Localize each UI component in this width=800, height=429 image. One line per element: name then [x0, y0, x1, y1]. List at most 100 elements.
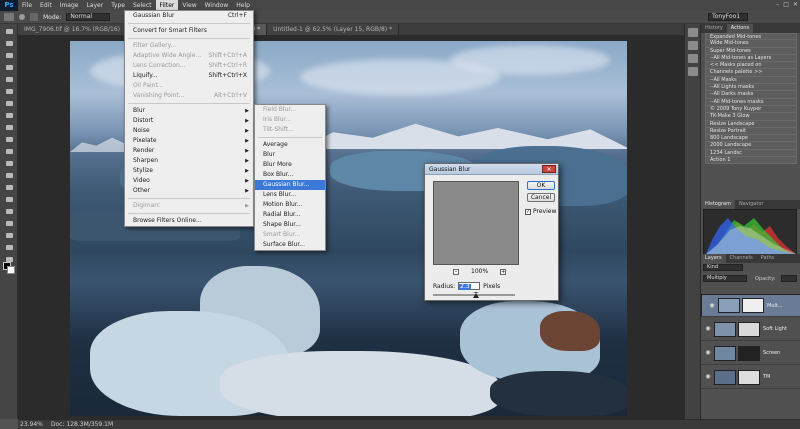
- layer-filter-select[interactable]: Kind: [703, 264, 743, 271]
- healing-brush-tool-icon[interactable]: [3, 99, 15, 108]
- canvas-area[interactable]: [18, 35, 684, 419]
- layer-row[interactable]: ◉ Mult...: [701, 294, 800, 317]
- radius-slider[interactable]: [433, 292, 515, 298]
- brush-preset-icon[interactable]: [4, 13, 14, 21]
- layer-row[interactable]: ◉ Screen: [701, 342, 800, 365]
- menu-item-motion-blur[interactable]: Motion Blur...: [255, 200, 325, 210]
- close-icon[interactable]: ✕: [793, 1, 798, 8]
- filter-preview[interactable]: [433, 181, 519, 265]
- tab-history[interactable]: History: [701, 24, 727, 33]
- layer-name[interactable]: Mult...: [767, 303, 783, 309]
- mode-select[interactable]: Normal: [66, 13, 111, 21]
- tab-paths[interactable]: Paths: [757, 254, 779, 263]
- action-button[interactable]: 800 Landscape: [705, 135, 797, 143]
- menu-item-blur-more[interactable]: Blur More: [255, 160, 325, 170]
- clone-stamp-tool-icon[interactable]: [3, 123, 15, 132]
- action-button[interactable]: Action 1: [705, 157, 797, 165]
- crop-tool-icon[interactable]: [3, 75, 15, 84]
- brush-tool-icon[interactable]: [3, 111, 15, 120]
- swatches-panel-icon[interactable]: [688, 67, 698, 76]
- action-button[interactable]: --All Darks masks: [705, 91, 797, 99]
- action-button[interactable]: --All Mid-tones masks: [705, 98, 797, 106]
- menu-edit[interactable]: Edit: [36, 0, 56, 11]
- brush-panel-icon[interactable]: [688, 54, 698, 63]
- action-button[interactable]: Resize Landscape: [705, 120, 797, 128]
- menu-item-noise[interactable]: Noise ▶: [125, 126, 253, 136]
- zoom-in-icon[interactable]: +: [500, 268, 507, 275]
- layer-name[interactable]: Screen: [763, 350, 780, 356]
- blend-mode-select[interactable]: Multiply: [703, 275, 747, 282]
- opacity-field[interactable]: [781, 275, 797, 282]
- layer-name[interactable]: Soft Light: [763, 326, 787, 332]
- shape-tool-icon[interactable]: [3, 231, 15, 240]
- layer-mask-thumbnail[interactable]: [742, 298, 764, 313]
- action-button[interactable]: --All Lights masks: [705, 84, 797, 92]
- action-button[interactable]: 2000 Landscape: [705, 142, 797, 150]
- move-tool-icon[interactable]: [3, 27, 15, 36]
- menu-item-gaussian-blur[interactable]: Gaussian Blur...: [255, 180, 325, 190]
- doc-size[interactable]: Doc: 128.3M/359.1M: [51, 421, 113, 428]
- menu-item-surface-blur[interactable]: Surface Blur...: [255, 240, 325, 250]
- action-button[interactable]: 1234 Landsc: [705, 149, 797, 158]
- document-tab[interactable]: IMG_7906.tif @ 16.7% (RGB/16): [18, 24, 127, 35]
- gradient-tool-icon[interactable]: [3, 159, 15, 168]
- menu-item-distort[interactable]: Distort ▶: [125, 116, 253, 126]
- menu-item-lens-blur[interactable]: Lens Blur...: [255, 190, 325, 200]
- blur-tool-icon[interactable]: [3, 171, 15, 180]
- action-button[interactable]: Expanded Mid-tones: [705, 33, 797, 41]
- action-button[interactable]: TK-Make 3 Glow: [705, 113, 797, 121]
- menu-item-render[interactable]: Render ▶: [125, 146, 253, 156]
- path-select-tool-icon[interactable]: [3, 219, 15, 228]
- history-panel-icon[interactable]: [688, 28, 698, 37]
- action-button[interactable]: Resize Portrait: [705, 127, 797, 136]
- menu-item-liquify[interactable]: Liquify... Shift+Ctrl+X: [125, 71, 253, 81]
- menu-item-video[interactable]: Video ▶: [125, 176, 253, 186]
- layer-name[interactable]: TM: [763, 374, 770, 380]
- menu-item-shape-blur[interactable]: Shape Blur...: [255, 220, 325, 230]
- menu-item-blur[interactable]: Blur: [255, 150, 325, 160]
- menu-item-browse-filters-online[interactable]: Browse Filters Online...: [125, 216, 253, 226]
- eyedropper-tool-icon[interactable]: [3, 87, 15, 96]
- restore-icon[interactable]: □: [783, 1, 789, 8]
- menu-layer[interactable]: Layer: [82, 0, 107, 11]
- visibility-eye-icon[interactable]: ◉: [704, 373, 712, 381]
- action-button[interactable]: --All Masks: [705, 76, 797, 85]
- menu-item-stylize[interactable]: Stylize ▶: [125, 166, 253, 176]
- menu-file[interactable]: File: [18, 0, 36, 11]
- layer-thumbnail[interactable]: [714, 321, 736, 337]
- brush-size-icon[interactable]: [19, 14, 25, 20]
- visibility-eye-icon[interactable]: ◉: [704, 325, 712, 333]
- menu-item-pixelate[interactable]: Pixelate ▶: [125, 136, 253, 146]
- tab-navigator[interactable]: Navigator: [735, 200, 767, 209]
- tab-histogram[interactable]: Histogram: [701, 200, 735, 209]
- action-button[interactable]: << Masks placed on: [705, 62, 797, 70]
- menu-item-other[interactable]: Other ▶: [125, 186, 253, 196]
- lasso-tool-icon[interactable]: [3, 51, 15, 60]
- quick-select-tool-icon[interactable]: [3, 63, 15, 72]
- eraser-tool-icon[interactable]: [3, 147, 15, 156]
- menu-item-sharpen[interactable]: Sharpen ▶: [125, 156, 253, 166]
- tab-channels[interactable]: Channels: [726, 254, 757, 263]
- tab-layers[interactable]: Layers: [701, 254, 726, 263]
- layer-row[interactable]: ◉ Soft Light: [701, 318, 800, 341]
- workspace-select[interactable]: TonyFoo1: [708, 13, 748, 21]
- menu-item-gaussian-blur[interactable]: Gaussian Blur Ctrl+F: [125, 11, 253, 21]
- minimize-icon[interactable]: –: [776, 1, 779, 8]
- dodge-tool-icon[interactable]: [3, 183, 15, 192]
- history-brush-tool-icon[interactable]: [3, 135, 15, 144]
- menu-image[interactable]: Image: [56, 0, 83, 11]
- action-button[interactable]: Channels palette >>: [705, 69, 797, 77]
- visibility-eye-icon[interactable]: ◉: [708, 302, 716, 310]
- menu-item-box-blur[interactable]: Box Blur...: [255, 170, 325, 180]
- action-button[interactable]: Super Mid-tones: [705, 47, 797, 55]
- slider-thumb[interactable]: [473, 292, 479, 298]
- radius-input[interactable]: 2.3: [458, 282, 481, 290]
- zoom-out-icon[interactable]: –: [453, 268, 459, 275]
- action-button[interactable]: --All Mid-tones as Layers: [705, 54, 797, 63]
- menu-item-blur[interactable]: Blur ▶: [125, 106, 253, 116]
- preview-checkbox[interactable]: ✓ Preview: [525, 208, 556, 215]
- action-button[interactable]: Wide Mid-tones: [705, 40, 797, 48]
- visibility-eye-icon[interactable]: ◉: [704, 349, 712, 357]
- toggle-panel-icon[interactable]: [30, 13, 38, 21]
- document-tab[interactable]: Untitled-1 @ 62.5% (Layer 15, RGB/8) *: [267, 24, 400, 35]
